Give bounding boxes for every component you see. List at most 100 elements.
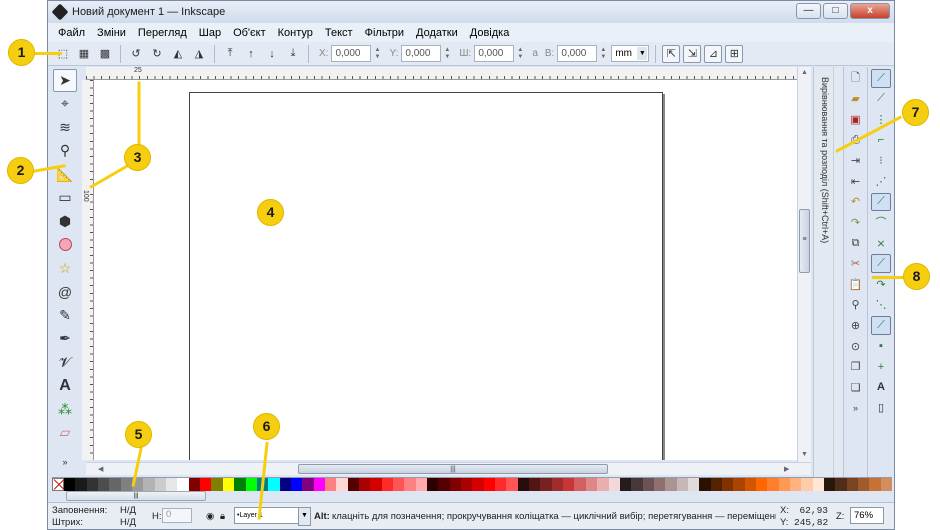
color-swatch[interactable] bbox=[540, 478, 552, 491]
color-swatch[interactable] bbox=[551, 478, 564, 491]
h-spinner-icon[interactable]: ▲ ▼ bbox=[600, 45, 608, 62]
w-input[interactable]: 0,000 bbox=[474, 45, 515, 62]
color-swatch[interactable] bbox=[653, 478, 666, 491]
opacity-input[interactable]: 0 bbox=[162, 508, 192, 523]
lower-icon[interactable]: ↓ bbox=[263, 45, 281, 63]
lock-proportions-toggle[interactable]: a bbox=[532, 48, 538, 59]
color-swatch[interactable] bbox=[790, 478, 802, 491]
color-swatch[interactable] bbox=[563, 478, 575, 491]
node-tool-icon[interactable]: ⌖ bbox=[53, 93, 77, 116]
export-icon[interactable]: ⇤ bbox=[847, 172, 865, 191]
menu-object[interactable]: Об'єкт bbox=[227, 27, 272, 39]
color-swatch[interactable] bbox=[846, 478, 859, 491]
more-tools-icon[interactable]: » bbox=[53, 451, 77, 474]
spray-tool-icon[interactable]: ⁂ bbox=[53, 398, 77, 421]
snap-nodes-icon[interactable]: ⟋ bbox=[871, 192, 891, 212]
menu-file[interactable]: Файл bbox=[52, 27, 91, 39]
color-swatch[interactable] bbox=[211, 478, 223, 491]
color-swatch[interactable] bbox=[290, 478, 303, 491]
color-swatch[interactable] bbox=[665, 478, 677, 491]
color-swatch[interactable] bbox=[313, 478, 325, 491]
color-swatch[interactable] bbox=[268, 478, 280, 491]
menu-text[interactable]: Текст bbox=[319, 27, 359, 39]
h-input[interactable]: 0,000 bbox=[557, 45, 598, 62]
snap-bbox-midpoint-icon[interactable]: ⁝ bbox=[871, 151, 891, 170]
color-swatch[interactable] bbox=[222, 478, 235, 491]
color-swatch[interactable] bbox=[687, 478, 700, 491]
palette-scrollbar[interactable]: ||| bbox=[66, 491, 206, 501]
color-swatch[interactable] bbox=[415, 478, 427, 491]
color-swatch[interactable] bbox=[755, 478, 768, 491]
snap-paths-icon[interactable]: ⌒ bbox=[871, 213, 891, 232]
paste-icon[interactable]: 📋 bbox=[847, 275, 865, 294]
undo-icon[interactable]: ↶ bbox=[847, 193, 865, 212]
pen-tool-icon[interactable]: ✒ bbox=[53, 328, 77, 351]
minimize-button[interactable]: — bbox=[796, 3, 821, 19]
close-button[interactable]: x bbox=[850, 3, 890, 19]
color-swatch[interactable] bbox=[767, 478, 779, 491]
color-swatch[interactable] bbox=[483, 478, 496, 491]
calligraphy-tool-icon[interactable]: 𝓥 bbox=[53, 351, 77, 374]
x-input[interactable]: 0,000 bbox=[331, 45, 372, 62]
snap-bbox-icon[interactable]: ⟋ bbox=[871, 90, 891, 109]
color-swatch[interactable] bbox=[120, 478, 133, 491]
color-swatch[interactable] bbox=[166, 478, 178, 491]
redo-icon[interactable]: ↷ bbox=[847, 213, 865, 232]
color-swatch[interactable] bbox=[234, 478, 246, 491]
transform-patterns-icon[interactable]: ⊞ bbox=[725, 44, 744, 63]
new-document-icon[interactable]: 🗋 bbox=[847, 69, 865, 88]
scale-corners-icon[interactable]: ⇲ bbox=[683, 44, 702, 63]
menu-path[interactable]: Контур bbox=[272, 27, 319, 39]
horizontal-scrollbar[interactable]: ◀ ||| ▶ bbox=[86, 462, 811, 475]
align-distribute-tab[interactable]: Вирівнювання та розподіл (Shift+Ctrl+A) bbox=[818, 77, 830, 477]
color-swatch[interactable] bbox=[358, 478, 371, 491]
snap-intersections-icon[interactable]: ⨯ bbox=[871, 234, 891, 253]
color-swatch[interactable] bbox=[177, 478, 189, 491]
tweak-tool-icon[interactable]: ≋ bbox=[53, 116, 77, 139]
snap-bbox-center-icon[interactable]: ⋰ bbox=[871, 172, 891, 191]
color-swatch[interactable] bbox=[835, 478, 847, 491]
y-spinner-icon[interactable]: ▲ ▼ bbox=[444, 45, 452, 62]
color-swatch[interactable] bbox=[370, 478, 382, 491]
color-swatch[interactable] bbox=[733, 478, 745, 491]
color-swatch[interactable] bbox=[347, 478, 359, 491]
pencil-tool-icon[interactable]: ✎ bbox=[53, 304, 77, 327]
snap-rotation-center-icon[interactable]: + bbox=[871, 357, 891, 376]
horizontal-scroll-thumb[interactable]: ||| bbox=[298, 464, 608, 474]
menu-layer[interactable]: Шар bbox=[193, 27, 227, 39]
snap-page-border-icon[interactable]: ▯ bbox=[871, 399, 891, 418]
scroll-left-icon[interactable]: ◀ bbox=[98, 465, 103, 473]
text-tool-icon[interactable]: A bbox=[53, 375, 77, 398]
snap-midpoints-icon[interactable]: ⋱ bbox=[871, 296, 891, 315]
star-tool-icon[interactable]: ☆ bbox=[53, 257, 77, 280]
color-swatch[interactable] bbox=[608, 478, 620, 491]
color-swatch[interactable] bbox=[574, 478, 586, 491]
scroll-right-icon[interactable]: ▶ bbox=[784, 465, 789, 473]
color-swatch[interactable] bbox=[812, 478, 825, 491]
zoom-tool-icon[interactable]: ⚲ bbox=[53, 140, 77, 163]
menu-filters[interactable]: Фільтри bbox=[359, 27, 410, 39]
cut-icon[interactable]: ✂ bbox=[847, 254, 865, 273]
transform-gradients-icon[interactable]: ⊿ bbox=[704, 44, 723, 63]
lock-layer-icon[interactable]: 🔒︎ bbox=[220, 511, 225, 522]
rectangle-tool-icon[interactable]: ▭ bbox=[53, 187, 77, 210]
color-swatch[interactable] bbox=[188, 478, 201, 491]
color-swatch[interactable] bbox=[744, 478, 756, 491]
color-swatch[interactable] bbox=[880, 478, 893, 491]
snap-toggle-icon[interactable]: ⟋ bbox=[871, 69, 891, 88]
color-swatch[interactable] bbox=[245, 478, 257, 491]
menu-view[interactable]: Перегляд bbox=[132, 27, 193, 39]
fill-indicator[interactable]: Н/Д bbox=[120, 505, 136, 516]
color-swatch[interactable] bbox=[631, 478, 643, 491]
color-swatch[interactable] bbox=[710, 478, 722, 491]
flip-horizontal-icon[interactable]: ◭ bbox=[169, 45, 187, 63]
select-all-layers-icon[interactable]: ▦ bbox=[75, 45, 93, 63]
color-swatch[interactable] bbox=[801, 478, 813, 491]
copy-icon[interactable]: ⧉ bbox=[847, 234, 865, 253]
color-swatch[interactable] bbox=[438, 478, 450, 491]
color-swatch[interactable] bbox=[279, 478, 291, 491]
color-swatch[interactable] bbox=[699, 478, 711, 491]
stroke-indicator[interactable]: Н/Д bbox=[120, 517, 136, 528]
color-swatch[interactable] bbox=[75, 478, 87, 491]
zoom-input[interactable]: 76% bbox=[850, 507, 884, 524]
